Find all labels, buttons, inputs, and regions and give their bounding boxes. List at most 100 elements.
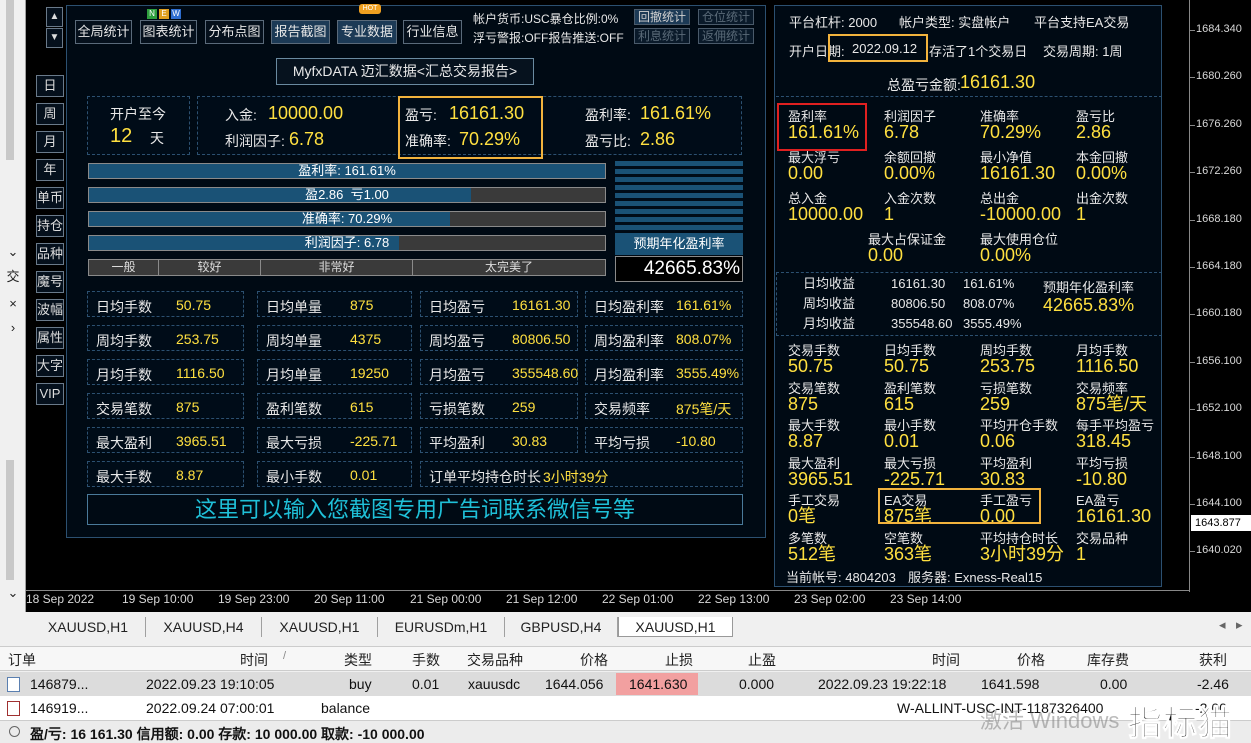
income-value: 16161.30 xyxy=(891,276,946,291)
scroll-up-button[interactable]: ▲ xyxy=(46,7,63,27)
stat-label: 周均盈利率 xyxy=(594,333,664,349)
industry-info-button[interactable]: 行业信息 xyxy=(403,20,462,44)
sort-icon[interactable]: / xyxy=(283,650,286,662)
period-year-button[interactable]: 年 xyxy=(36,159,64,181)
annual-label: 预期年化盈利率 xyxy=(615,233,743,255)
stat-cell: 月均盈亏 355548.60 xyxy=(420,359,578,385)
position-stats-button[interactable]: 仓位统计 xyxy=(698,9,754,25)
rebate-stats-button[interactable]: 返佣统计 xyxy=(698,28,754,44)
order-swap: 0.00 xyxy=(1100,676,1128,692)
col-profit[interactable]: 获利 xyxy=(1199,650,1227,670)
left-dock-strip: ⌄ 交 × › ⌄ 常 xyxy=(0,0,26,627)
order-time: 2022.09.24 07:00:01 xyxy=(146,700,275,716)
price-tick xyxy=(1190,456,1195,458)
close-time: 2022.09.23 19:22:18 xyxy=(818,676,947,692)
price-label: 1644.100 xyxy=(1196,497,1242,509)
col-close-time[interactable]: 时间 xyxy=(932,650,960,670)
col-price[interactable]: 价格 xyxy=(580,650,608,670)
stat-cell: 最大盈利 3965.51 xyxy=(87,427,244,453)
stat-value: 875 xyxy=(788,393,819,414)
order-icon xyxy=(7,677,20,692)
report-screenshot-button[interactable]: 报告截图 xyxy=(271,20,330,44)
stat-cell: 平均亏损 -10.80 xyxy=(585,427,743,453)
scrollbar[interactable] xyxy=(6,460,14,580)
stat-label: 最大亏损 xyxy=(266,435,322,451)
stat-value: 3965.51 xyxy=(788,468,854,489)
stat-cell: 日均盈亏 16161.30 xyxy=(420,291,578,317)
ea-support-text: 平台支持EA交易 xyxy=(1034,15,1130,30)
return-bar: 盈利率: 161.61% xyxy=(88,163,606,179)
stat-value: 8.87 xyxy=(788,431,824,451)
col-tp[interactable]: 止盈 xyxy=(748,650,776,670)
chart-tab[interactable]: XAUUSD,H1 xyxy=(618,617,733,637)
price-label: 1660.180 xyxy=(1196,307,1242,320)
date-highlight xyxy=(828,34,928,62)
since-open-box: 开户至今 12 天 xyxy=(87,96,190,155)
order-price: 1644.056 xyxy=(545,676,604,692)
stat-value: 19250 xyxy=(350,365,389,381)
chevron-right-icon[interactable]: ▸ xyxy=(1236,617,1243,633)
chart-tab[interactable]: XAUUSD,H4 xyxy=(146,617,262,637)
period-month-button[interactable]: 月 xyxy=(36,131,64,153)
bar-label: 利润因子: 6.78 xyxy=(304,235,390,250)
stat-label: 日均手数 xyxy=(96,299,152,315)
distribution-button[interactable]: 分布点图 xyxy=(205,20,264,44)
chevron-down-icon[interactable]: ⌄ xyxy=(0,244,26,260)
chevron-left-icon[interactable]: ◂ xyxy=(1219,617,1226,633)
rating-scale: 一般 较好 非常好 太完美了 xyxy=(88,259,606,276)
stat-label: 月均手数 xyxy=(96,367,152,383)
leverage-text: 平台杠杆: 2000 xyxy=(789,15,878,30)
scroll-down-button[interactable]: ▼ xyxy=(46,28,63,48)
stat-value: 0.01 xyxy=(884,431,920,451)
col-order[interactable]: 订单 xyxy=(8,650,36,670)
col-volume[interactable]: 手数 xyxy=(412,650,440,670)
chart-tab[interactable]: XAUUSD,H1 xyxy=(262,617,378,637)
col-sl[interactable]: 止损 xyxy=(665,650,693,670)
time-axis-line xyxy=(26,590,1190,591)
stat-label: 最大手数 xyxy=(96,469,152,485)
vip-button[interactable]: VIP xyxy=(36,383,64,405)
stat-value: 318.45 xyxy=(1076,431,1132,451)
chart-tab[interactable]: XAUUSD,H1 xyxy=(31,617,146,637)
close-icon[interactable]: × xyxy=(0,296,26,311)
chevron-down-icon[interactable]: ⌄ xyxy=(0,585,26,601)
profit-factor-value: 6.78 xyxy=(289,129,325,149)
stat-value: 808.07% xyxy=(676,331,732,347)
chart-stats-button[interactable]: 图表统计 xyxy=(140,20,197,44)
stat-cell: 周均盈利率 808.07% xyxy=(585,325,743,351)
drawdown-stats-button[interactable]: 回撤统计 xyxy=(634,9,690,25)
magic-number-button[interactable]: 魔号 xyxy=(36,271,64,293)
stat-cell: 亏损笔数 259 xyxy=(420,393,578,419)
deposit-label: 入金: xyxy=(225,107,257,123)
symbols-button[interactable]: 品种 xyxy=(36,243,64,265)
interest-stats-button[interactable]: 利息统计 xyxy=(634,28,690,44)
single-currency-button[interactable]: 单币 xyxy=(36,187,64,209)
order-volume: 0.01 xyxy=(412,676,440,692)
attributes-button[interactable]: 属性 xyxy=(36,327,64,349)
price-label: 1656.100 xyxy=(1196,354,1242,367)
col-symbol[interactable]: 交易品种 xyxy=(467,650,523,670)
chart-tab[interactable]: GBPUSD,H4 xyxy=(505,617,618,637)
global-stats-button[interactable]: 全局统计 xyxy=(75,20,132,44)
period-day-button[interactable]: 日 xyxy=(36,75,64,97)
col-close-price[interactable]: 价格 xyxy=(1017,650,1045,670)
bar-label: 盈利率: 161.61% xyxy=(298,163,396,178)
pro-data-button[interactable]: 专业数据 xyxy=(337,20,397,44)
col-swap[interactable]: 库存费 xyxy=(1087,650,1129,670)
return-value: 161.61% xyxy=(640,103,712,123)
rating-3: 非常好 xyxy=(261,260,413,275)
bar-label: 准确率: 70.29% xyxy=(301,211,393,226)
col-type[interactable]: 类型 xyxy=(344,650,372,670)
chart-tab[interactable]: EURUSDm,H1 xyxy=(378,617,505,637)
positions-button[interactable]: 持仓 xyxy=(36,215,64,237)
stat-value: 16161.30 xyxy=(980,163,1056,183)
stat-value: 1116.50 xyxy=(176,365,225,381)
chevron-right-icon[interactable]: › xyxy=(0,320,26,335)
large-font-button[interactable]: 大字 xyxy=(36,355,64,377)
period-week-button[interactable]: 周 xyxy=(36,103,64,125)
time-label: 19 Sep 10:00 xyxy=(122,592,194,606)
scrollbar[interactable] xyxy=(6,0,14,160)
watermark-logo: 指标猫 xyxy=(1128,705,1233,743)
volatility-button[interactable]: 波幅 xyxy=(36,299,64,321)
col-time[interactable]: 时间 xyxy=(240,650,268,670)
